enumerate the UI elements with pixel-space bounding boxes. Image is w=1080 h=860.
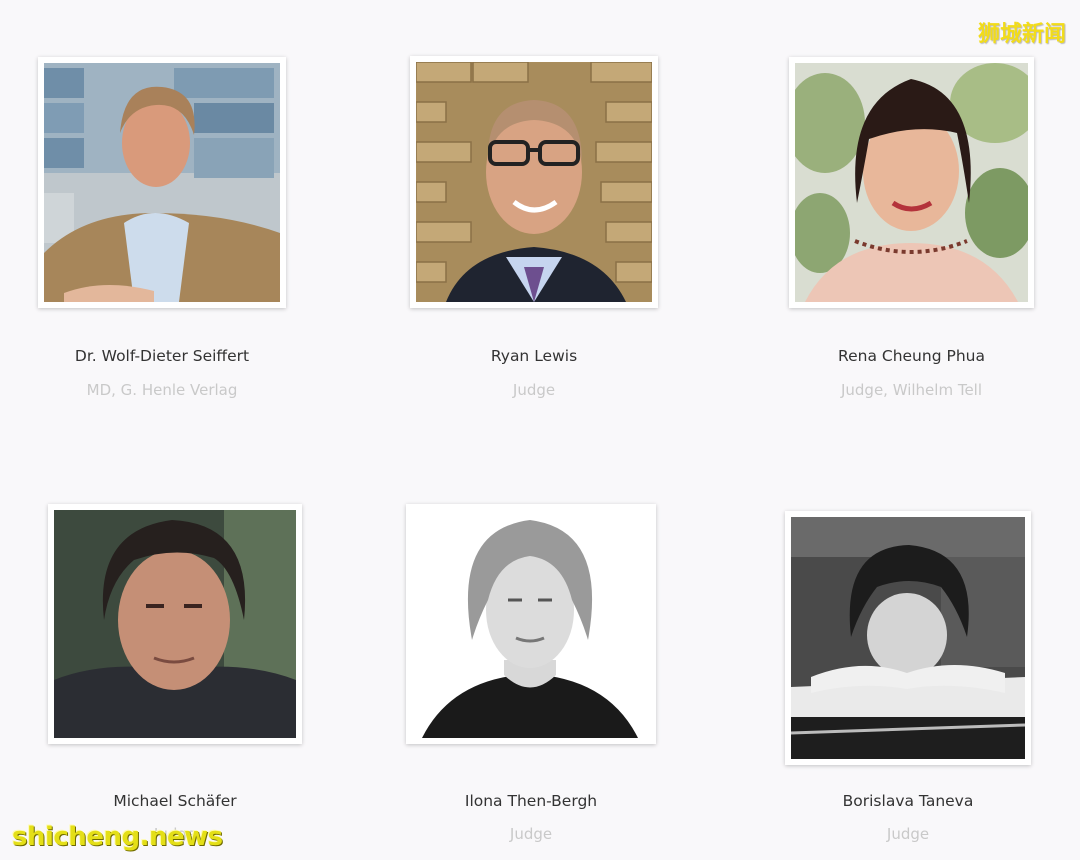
judge-photo-schafer[interactable] (48, 504, 302, 744)
judge-name: Rena Cheung Phua (838, 347, 985, 365)
judges-panel: Dr. Wolf-Dieter Seiffert MD, G. Henle Ve… (0, 0, 1080, 860)
judge-role: Judge, Wilhelm Tell (840, 381, 983, 399)
judge-role: Judge (886, 825, 930, 843)
judge-photo-seiffert[interactable] (38, 57, 286, 308)
judge-photo-taneva[interactable] (785, 511, 1031, 765)
judge-role: Judge (512, 381, 556, 399)
watermark-logo-top: 狮城新闻 (977, 22, 1066, 47)
judge-name: Ilona Then-Bergh (464, 792, 598, 810)
judge-photo-phua[interactable] (789, 57, 1034, 308)
judge-name: Dr. Wolf-Dieter Seiffert (74, 347, 250, 365)
judge-photo-then-bergh[interactable] (406, 504, 656, 744)
judge-name: Ryan Lewis (490, 347, 578, 365)
watermark-logo-bottom: shicheng.news (12, 822, 223, 852)
judge-role: MD, G. Henle Verlag (86, 381, 238, 399)
judge-name: Michael Schäfer (113, 792, 237, 810)
judge-photo-lewis[interactable] (410, 56, 658, 308)
judge-role: Judge (509, 825, 553, 843)
judge-name: Borislava Taneva (842, 792, 974, 810)
